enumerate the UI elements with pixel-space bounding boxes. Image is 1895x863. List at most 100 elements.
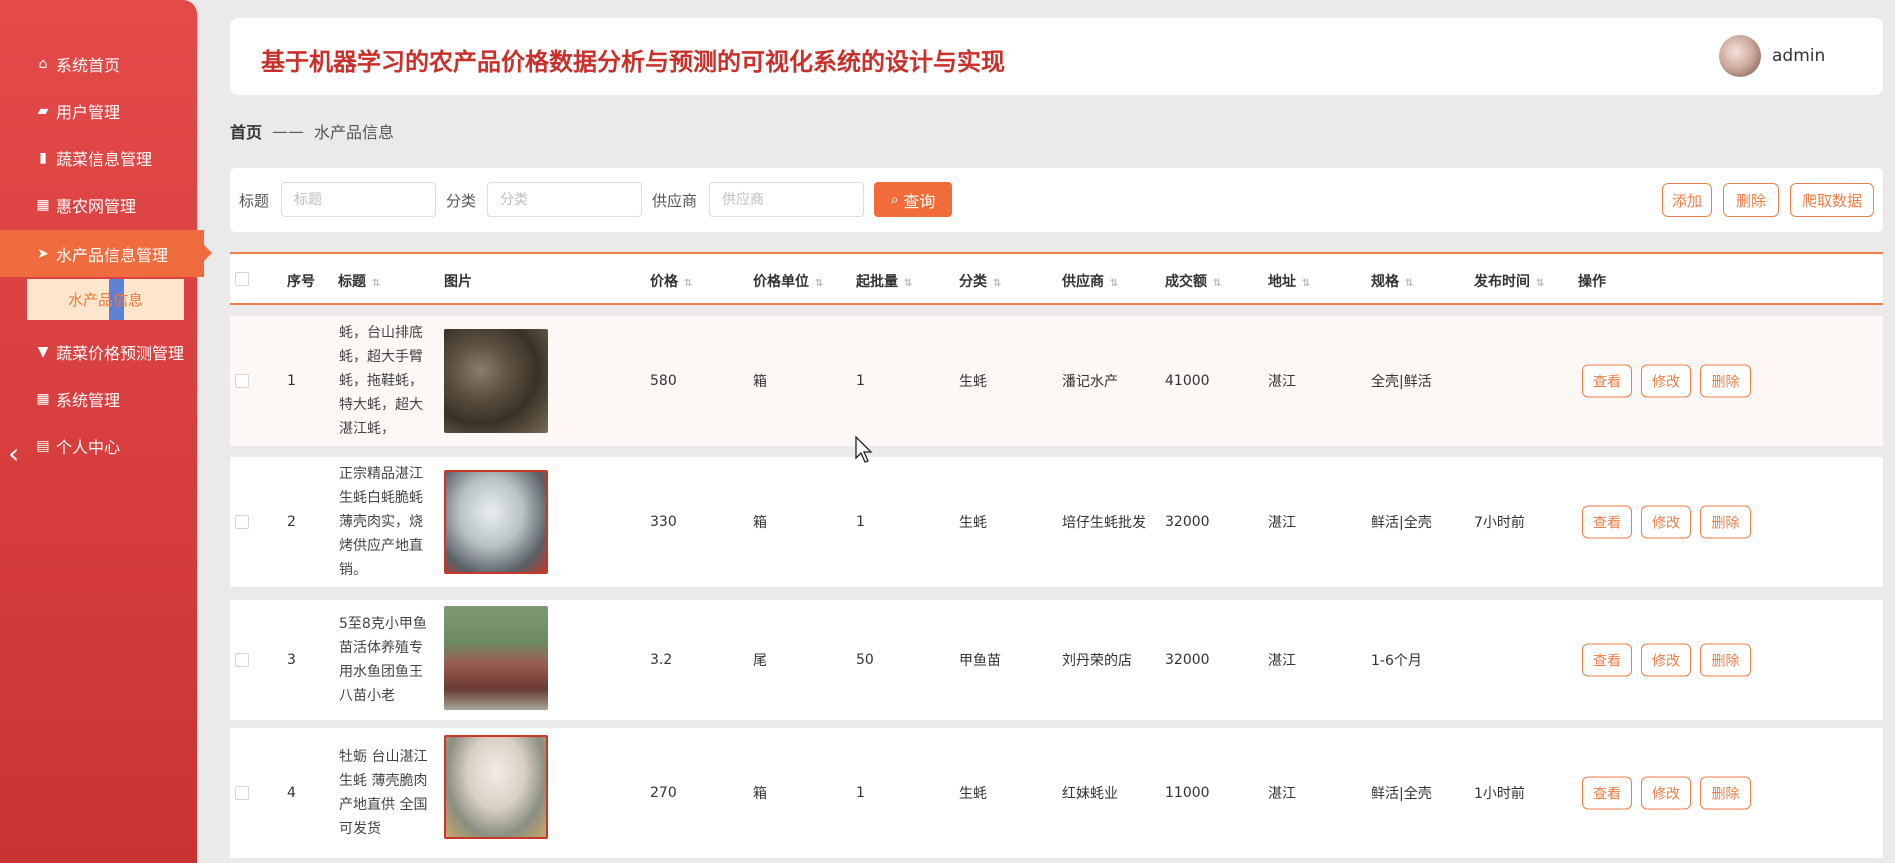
edit-button[interactable]: 修改 <box>1641 776 1691 810</box>
delete-button[interactable]: 删除 <box>1700 505 1751 539</box>
delete-button[interactable]: 删除 <box>1700 643 1751 677</box>
sidebar-item-label: 蔬菜价格预测管理 <box>56 343 185 363</box>
avatar[interactable] <box>1719 35 1761 77</box>
username[interactable]: admin <box>1772 46 1825 66</box>
cell-unit: 箱 <box>753 515 767 531</box>
cell-min-batch: 1 <box>856 785 865 801</box>
cell-min-batch: 1 <box>856 514 865 530</box>
table-row[interactable]: 1 蚝，台山排底蚝，超大手臂蚝，拖鞋蚝，特大蚝，超大湛江蚝， 580 箱 1 生… <box>230 316 1883 446</box>
sidebar-subitem-aquatic-info[interactable]: 水产品信息 <box>27 279 184 320</box>
row-checkbox[interactable] <box>235 374 249 388</box>
sidebar-item-system[interactable]: ▦ 系统管理 <box>0 375 197 422</box>
view-button[interactable]: 查看 <box>1582 643 1632 677</box>
product-image[interactable] <box>444 470 548 574</box>
header-price[interactable]: 价格 ⇅ <box>650 271 692 291</box>
sidebar-item-price-prediction[interactable]: ▼ 蔬菜价格预测管理 <box>0 328 197 375</box>
bulk-delete-button[interactable]: 删除 <box>1723 183 1779 217</box>
header-title[interactable]: 标题 ⇅ <box>338 271 380 291</box>
delete-button[interactable]: 删除 <box>1700 776 1751 810</box>
row-checkbox[interactable] <box>235 515 249 529</box>
sidebar-item-aquatic[interactable]: ➤ 水产品信息管理 <box>0 230 212 277</box>
cell-turnover: 32000 <box>1165 652 1210 668</box>
table-row[interactable]: 3 5至8克小甲鱼苗活体养殖专用水鱼团鱼王八苗小老 3.2 尾 50 甲鱼苗 刘… <box>230 600 1883 720</box>
row-checkbox[interactable] <box>235 653 249 667</box>
cell-spec: 鲜活|全壳 <box>1371 515 1432 531</box>
header-turnover[interactable]: 成交额 ⇅ <box>1165 271 1221 291</box>
select-all-checkbox[interactable] <box>235 272 249 286</box>
table-header: 序号 标题 ⇅ 图片 价格 ⇅ 价格单位 ⇅ 起批量 ⇅ 分类 ⇅ 供应商 ⇅ 成交额 ⇅ 地… <box>230 252 1883 305</box>
delete-button[interactable]: 删除 <box>1700 364 1751 398</box>
edit-button[interactable]: 修改 <box>1641 505 1691 539</box>
header-address[interactable]: 地址 ⇅ <box>1268 271 1310 291</box>
add-button[interactable]: 添加 <box>1662 183 1712 217</box>
category-filter-label: 分类 <box>446 192 477 210</box>
sidebar-item-label: 惠农网管理 <box>56 196 137 216</box>
header-ops: 操作 <box>1578 274 1606 290</box>
cell-publish-time: 1小时前 <box>1474 786 1525 802</box>
sort-icon[interactable]: ⇅ <box>1405 278 1413 289</box>
sort-icon[interactable]: ⇅ <box>372 278 380 289</box>
cell-category: 生蚝 <box>959 515 987 531</box>
collapse-sidebar-icon[interactable]: ‹ <box>8 440 19 468</box>
cell-turnover: 41000 <box>1165 373 1210 389</box>
header-min-batch[interactable]: 起批量 ⇅ <box>856 271 912 291</box>
cell-spec: 1-6个月 <box>1371 653 1422 669</box>
sidebar-item-label: 个人中心 <box>56 437 121 457</box>
sort-icon[interactable]: ⇅ <box>1213 278 1221 289</box>
view-button[interactable]: 查看 <box>1582 776 1632 810</box>
edit-button[interactable]: 修改 <box>1641 643 1691 677</box>
sort-icon[interactable]: ⇅ <box>1536 278 1544 289</box>
cell-category: 生蚝 <box>959 374 987 390</box>
header-unit[interactable]: 价格单位 ⇅ <box>753 271 823 291</box>
crawl-data-button[interactable]: 爬取数据 <box>1790 183 1874 217</box>
view-button[interactable]: 查看 <box>1582 364 1632 398</box>
sort-icon[interactable]: ⇅ <box>684 278 692 289</box>
row-checkbox[interactable] <box>235 786 249 800</box>
product-image[interactable] <box>444 329 548 433</box>
sort-icon[interactable]: ⇅ <box>815 278 823 289</box>
cell-title: 牡蛎 台山湛江生蚝 薄壳脆肉 产地直供 全国可发货 <box>339 749 428 837</box>
sort-icon[interactable]: ⇅ <box>993 278 1001 289</box>
sidebar: ⌂ 系统首页 ▰ 用户管理 ▮ 蔬菜信息管理 ▦ 惠农网管理 ➤ 水产品信息管理… <box>0 0 212 863</box>
bar-chart-icon: ▮ <box>39 149 47 166</box>
grid-icon: ▦ <box>36 390 50 407</box>
header-spec[interactable]: 规格 ⇅ <box>1371 271 1413 291</box>
header-category[interactable]: 分类 ⇅ <box>959 271 1001 291</box>
edit-button[interactable]: 修改 <box>1641 364 1691 398</box>
supplier-filter-input[interactable] <box>709 182 864 217</box>
sidebar-item-users[interactable]: ▰ 用户管理 <box>0 87 197 134</box>
header-supplier[interactable]: 供应商 ⇅ <box>1062 271 1118 291</box>
cell-address: 湛江 <box>1268 653 1296 669</box>
product-image[interactable] <box>444 606 548 710</box>
cell-unit: 箱 <box>753 374 767 390</box>
cell-category: 甲鱼苗 <box>959 653 1001 669</box>
cell-supplier: 刘丹荣的店 <box>1062 653 1132 669</box>
trophy-icon: ▼ <box>37 343 49 360</box>
category-filter-input[interactable] <box>487 182 642 217</box>
header-image: 图片 <box>444 274 472 290</box>
sort-icon[interactable]: ⇅ <box>1302 278 1310 289</box>
product-image[interactable] <box>444 735 548 839</box>
breadcrumb-home[interactable]: 首页 <box>230 119 262 143</box>
header-index: 序号 <box>287 274 315 290</box>
cell-unit: 尾 <box>753 653 767 669</box>
sort-icon[interactable]: ⇅ <box>904 278 912 289</box>
search-bar: 标题 分类 供应商 ⌕ 查询 添加 删除 爬取数据 <box>230 168 1883 232</box>
cell-min-batch: 50 <box>856 652 874 668</box>
search-button[interactable]: ⌕ 查询 <box>874 182 952 217</box>
sidebar-item-huinong[interactable]: ▦ 惠农网管理 <box>0 181 197 228</box>
breadcrumb: 首页 —— 水产品信息 <box>230 119 394 143</box>
sort-icon[interactable]: ⇅ <box>1110 278 1118 289</box>
sidebar-item-home[interactable]: ⌂ 系统首页 <box>0 40 197 87</box>
home-icon: ⌂ <box>38 55 48 72</box>
view-button[interactable]: 查看 <box>1582 505 1632 539</box>
sidebar-item-vegetables[interactable]: ▮ 蔬菜信息管理 <box>0 134 197 181</box>
cell-title: 蚝，台山排底蚝，超大手臂蚝，拖鞋蚝，特大蚝，超大湛江蚝， <box>339 325 423 437</box>
table-row[interactable]: 2 正宗精品湛江生蚝白蚝脆蚝薄壳肉实，烧烤供应产地直销。 330 箱 1 生蚝 … <box>230 457 1883 587</box>
sidebar-menu: ⌂ 系统首页 ▰ 用户管理 ▮ 蔬菜信息管理 ▦ 惠农网管理 ➤ 水产品信息管理… <box>0 40 212 469</box>
header-publish-time[interactable]: 发布时间 ⇅ <box>1474 271 1544 291</box>
cell-index: 4 <box>287 785 296 801</box>
cell-supplier: 培仔生蚝批发 <box>1062 515 1146 531</box>
sidebar-item-profile[interactable]: ▤ 个人中心 <box>0 422 197 469</box>
title-filter-input[interactable] <box>281 182 436 217</box>
